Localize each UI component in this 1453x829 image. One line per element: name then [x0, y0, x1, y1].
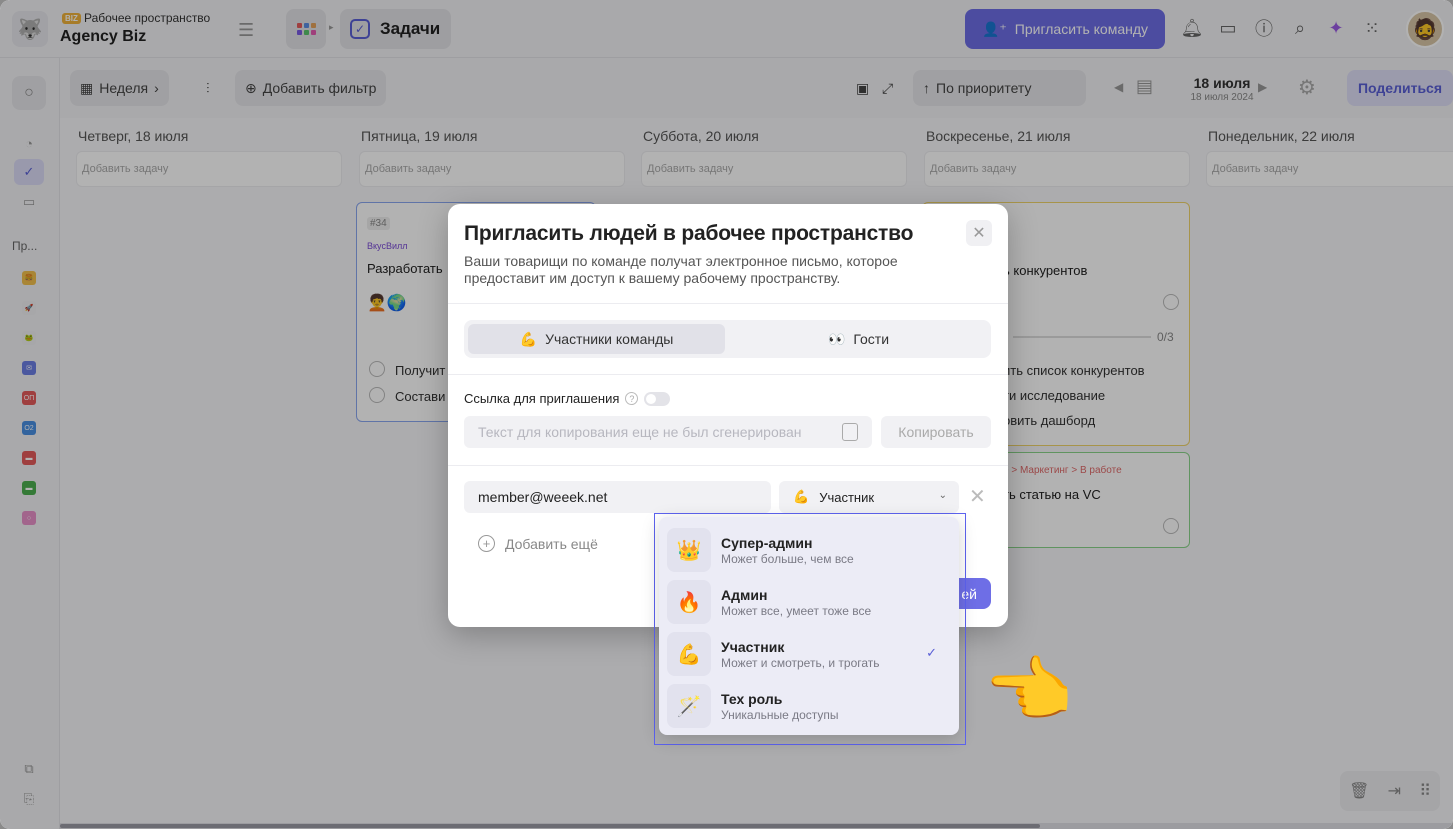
role-option-super-admin[interactable]: 👑 Супер-админ Может больше, чем все [667, 525, 951, 575]
tab-team-members[interactable]: 💪 Участники команды [468, 324, 725, 354]
role-option-desc: Может больше, чем все [721, 551, 854, 566]
copy-icon[interactable] [842, 423, 858, 441]
tab-label: Гости [853, 331, 890, 347]
help-icon[interactable]: ? [625, 392, 639, 405]
role-option-name: Супер-админ [721, 534, 813, 551]
pointing-hand-icon: 👉 [986, 651, 1076, 731]
plus-circle-icon: + [478, 535, 495, 552]
role-option-member[interactable]: 💪 Участник Может и смотреть, и трогать ✓ [667, 629, 951, 679]
magic-wand-icon: 🪄 [667, 684, 711, 728]
role-emoji-icon: 💪 [793, 489, 810, 504]
divider [448, 374, 1008, 375]
role-option-name: Тех роль [721, 690, 783, 707]
add-more-button[interactable]: + Добавить ещё [478, 535, 598, 552]
copy-button[interactable]: Копировать [881, 416, 991, 448]
modal-title: Пригласить людей в рабочее пространство [464, 222, 914, 245]
role-option-desc: Уникальные доступы [721, 707, 839, 722]
divider [448, 303, 1008, 304]
role-option-desc: Может и смотреть, и трогать [721, 655, 880, 670]
role-select[interactable]: 💪 Участник ⌄ [779, 481, 959, 513]
role-option-name: Участник [721, 638, 785, 655]
chevron-down-icon: ⌄ [938, 490, 947, 501]
muscle-icon: 💪 [667, 632, 711, 676]
modal-description: Ваши товарищи по команде получат электро… [464, 253, 898, 286]
member-type-tabs: 💪 Участники команды 👀 Гости [464, 320, 991, 358]
muscle-icon: 💪 [519, 330, 538, 347]
eyes-icon: 👀 [827, 330, 846, 347]
remove-row-icon[interactable]: ✕ [969, 484, 986, 509]
invite-link-toggle[interactable] [644, 391, 671, 406]
invite-link-label: Ссылка для приглашения [464, 391, 620, 406]
selected-check-icon: ✓ [926, 645, 937, 660]
crown-icon: 👑 [667, 528, 711, 572]
role-value: Участник [819, 489, 875, 505]
tab-label: Участники команды [545, 331, 674, 347]
email-field[interactable]: member@weeek.net [464, 481, 771, 513]
role-option-tech-role[interactable]: 🪄 Тех роль Уникальные доступы [667, 681, 951, 731]
fire-icon: 🔥 [667, 580, 711, 624]
role-option-name: Админ [721, 586, 768, 603]
invite-link-field[interactable]: Текст для копирования еще не был сгенери… [464, 416, 872, 448]
invite-link-row: Ссылка для приглашения ? [464, 391, 671, 406]
add-more-label: Добавить ещё [505, 535, 598, 552]
tab-guests[interactable]: 👀 Гости [730, 324, 987, 354]
divider [448, 465, 1008, 466]
role-dropdown: 👑 Супер-админ Может больше, чем все 🔥 Ад… [659, 517, 959, 735]
close-icon[interactable]: ✕ [966, 220, 992, 246]
role-option-admin[interactable]: 🔥 Админ Может все, умеет тоже все [667, 577, 951, 627]
invite-link-placeholder: Текст для копирования еще не был сгенери… [478, 424, 802, 440]
app-window: 🐺 BIZ Рабочее пространство Agency Biz ☰ … [0, 0, 1453, 829]
role-option-desc: Может все, умеет тоже все [721, 603, 872, 618]
